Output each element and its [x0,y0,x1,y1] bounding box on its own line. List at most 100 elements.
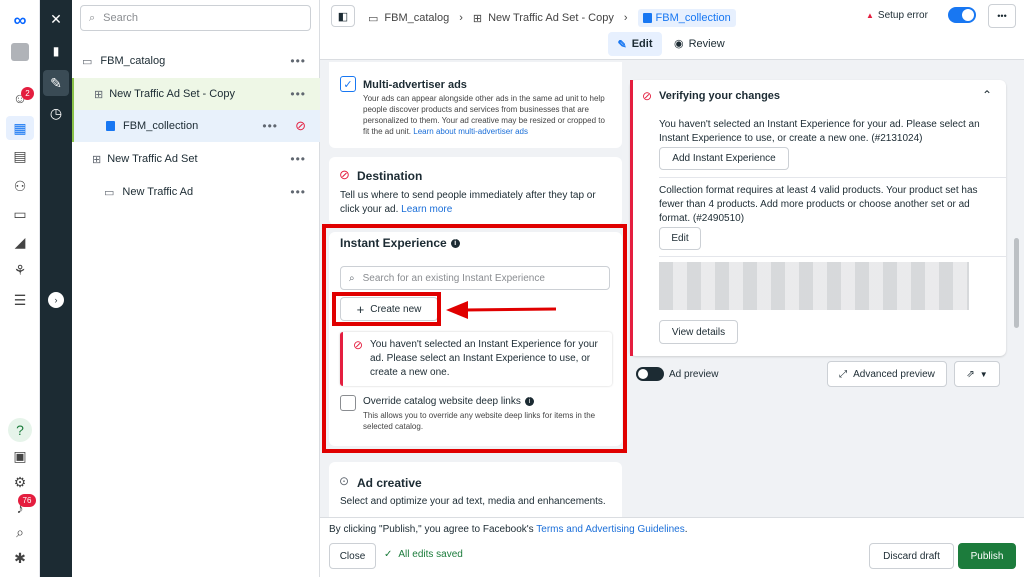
tree-search-input[interactable]: ⌕ Search [80,5,311,31]
publish-terms-text: By clicking "Publish," you agree to Face… [329,524,534,535]
learn-multi-advertiser-link[interactable]: Learn about multi-advertiser ads [413,127,528,136]
more-icon[interactable]: ••• [290,54,306,68]
close-button[interactable]: Close [329,543,376,569]
menu-icon[interactable]: ☰ [10,290,30,310]
tree-item-label: New Traffic Ad Set [107,153,198,165]
breadcrumb-item-ad[interactable]: FBM_collection [637,9,736,27]
verifying-changes-panel: ⊘ Verifying your changes ⌃ You haven't s… [630,80,1006,356]
expand-icon[interactable]: › [48,292,64,308]
annotation-arrow-icon [446,301,557,319]
settings-icon[interactable]: ⚙ [10,472,30,492]
events-manager-icon[interactable]: ⚘ [10,260,30,280]
notifications-badge: 2 [21,87,34,100]
chevron-up-icon[interactable]: ⌃ [982,88,992,102]
error-stripe [630,80,633,356]
more-icon[interactable]: ••• [262,119,278,133]
review-mode-tab[interactable]: ◉ Review [674,37,725,51]
ad-preview-toggle[interactable] [636,367,664,381]
billing-icon[interactable]: ▭ [10,204,30,224]
multi-advertiser-card: ✓ Multi-advertiser ads Your ads can appe… [329,62,622,148]
toggle-sidebar-button[interactable]: ◧ [331,5,355,27]
multi-advertiser-title: Multi-advertiser ads [363,79,467,91]
folder-icon: ▭ [368,12,379,25]
ads-manager-icon[interactable]: ▦ [6,116,34,140]
divider [659,177,1006,178]
help-icon[interactable]: ? [8,418,32,442]
destination-description: Tell us where to send people immediately… [340,189,615,217]
breadcrumb-item-adset[interactable]: New Traffic Ad Set - Copy [488,12,614,24]
clock-icon[interactable]: ◷ [43,100,69,126]
discard-draft-button[interactable]: Discard draft [869,543,954,569]
more-options-button[interactable]: ••• [988,4,1016,28]
verify-message-instant-experience: You haven't selected an Instant Experien… [659,119,980,144]
tree-item-ad[interactable]: ▭ New Traffic Ad ••• [72,176,320,208]
publish-button[interactable]: Publish [958,543,1016,569]
tree-item-campaign[interactable]: ▭ FBM_catalog ••• [72,45,320,77]
more-icon[interactable]: ••• [290,185,306,199]
review-tab-label: Review [688,37,725,50]
expand-icon: ⤢ [839,368,848,380]
chart-icon[interactable]: ▮ [43,38,69,64]
scrollbar-thumb[interactable] [1014,238,1019,328]
destination-learn-more-link[interactable]: Learn more [401,204,452,215]
breadcrumb: ▭ FBM_catalog › ⊞ New Traffic Ad Set - C… [368,9,736,27]
publish-terms-period: . [684,524,688,535]
share-preview-button[interactable]: ⇗ ▼ [954,361,1000,387]
audiences-icon[interactable]: ⚇ [10,176,30,196]
tree-search-placeholder: Search [103,12,139,24]
adset-icon: ⊞ [94,88,104,101]
destination-title: Destination [357,169,423,183]
meta-logo-icon[interactable]: ∞ [10,10,30,30]
multi-advertiser-checkbox[interactable]: ✓ [340,76,356,92]
more-icon[interactable]: ••• [290,87,306,101]
save-status-label: All edits saved [398,549,463,560]
close-icon[interactable]: ✕ [43,6,69,32]
breadcrumb-separator: › [623,12,628,24]
tree-item-ad-selected[interactable]: FBM_collection ••• ⊘ [72,110,320,142]
ad-creative-description: Select and optimize your ad text, media … [340,496,606,507]
reports-icon[interactable]: ▣ [10,446,30,466]
ad-creative-title: Ad creative [357,476,422,490]
adset-icon: ⊞ [92,153,102,166]
search-icon[interactable]: ⌕ [10,522,30,542]
check-circle-icon: ⊙ [339,474,350,488]
multi-advertiser-description: Your ads can appear alongside other ads … [363,93,613,137]
eye-icon: ◉ [674,38,684,50]
bug-report-icon[interactable]: ✱ [10,548,30,568]
error-icon: ⊘ [295,118,306,133]
tree-item-adset[interactable]: ⊞ New Traffic Ad Set ••• [72,143,320,175]
campaign-toggle[interactable] [948,7,976,23]
blurred-content [659,262,969,310]
breadcrumb-item-ad-label: FBM_collection [655,12,731,24]
divider [659,256,1006,257]
account-avatar-icon[interactable] [10,42,30,62]
setup-status[interactable]: ▲ Setup error [866,10,928,21]
edit-mode-tab[interactable]: ✎ Edit [608,32,662,56]
terms-link[interactable]: Terms and Advertising Guidelines [536,524,684,535]
advanced-preview-button[interactable]: ⤢ Advanced preview [827,361,947,387]
breadcrumb-separator: › [459,12,463,24]
warning-icon: ▲ [866,11,874,20]
pages-icon[interactable]: ▤ [10,146,30,166]
edit-product-set-button[interactable]: Edit [659,227,701,250]
sidebar-icon: ◧ [337,10,349,23]
annotation-button-highlight [332,292,441,326]
ad-icon: ▭ [104,186,115,199]
more-icon[interactable]: ••• [290,152,306,166]
error-icon: ⊘ [339,167,350,182]
editor-tool-strip: ✕ ▮ ✎ ◷ › [40,0,72,577]
share-icon: ⇗ [966,368,975,380]
pencil-icon[interactable]: ✎ [43,70,69,96]
ad-creative-card: ⊙ Ad creative Select and optimize your a… [329,462,622,517]
caret-down-icon: ▼ [979,369,988,379]
view-details-button[interactable]: View details [659,320,738,344]
tree-item-label: New Traffic Ad [122,186,194,198]
ad-icon [642,13,652,23]
verify-message-collection: Collection format requires at least 4 va… [659,185,978,224]
tree-item-adset-copy[interactable]: ⊞ New Traffic Ad Set - Copy ••• [72,78,320,110]
advanced-preview-label: Advanced preview [853,368,935,380]
campaigns-icon[interactable]: ◢ [10,232,30,252]
add-instant-experience-button[interactable]: Add Instant Experience [659,147,789,170]
tree-item-label: FBM_catalog [100,55,166,67]
breadcrumb-item-campaign[interactable]: FBM_catalog [384,12,449,24]
